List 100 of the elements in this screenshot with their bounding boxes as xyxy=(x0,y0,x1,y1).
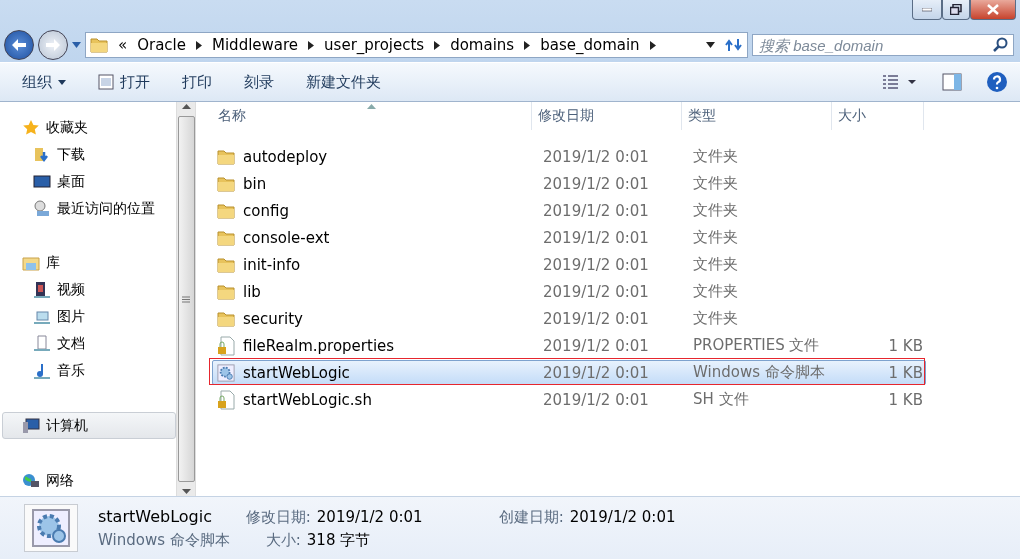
recent-places-icon xyxy=(33,199,51,218)
table-cell-text: 1 KB xyxy=(887,390,924,409)
sidebar-item[interactable]: 计算机 xyxy=(2,412,176,439)
toolbar-button[interactable]: 刻录 xyxy=(236,68,282,96)
help-icon[interactable] xyxy=(986,71,1008,93)
file-row[interactable]: init-info 2019/1/2 0:01 文件夹 xyxy=(212,252,926,277)
sidebar-item[interactable]: 音乐 xyxy=(0,358,176,383)
sidebar-item[interactable]: 收藏夹 xyxy=(0,115,176,140)
file-row[interactable]: startWebLogic.sh 2019/1/2 0:01 SH 文件 1 KB xyxy=(212,387,926,412)
minimize-icon xyxy=(922,7,932,12)
file-row[interactable]: bin 2019/1/2 0:01 文件夹 xyxy=(212,171,926,196)
file-name: startWebLogic xyxy=(243,363,350,382)
minimize-button[interactable] xyxy=(912,0,942,20)
dropdown-caret-icon[interactable] xyxy=(706,42,715,48)
field-value: 2019/1/2 0:01 xyxy=(316,507,423,527)
file-name: config xyxy=(243,201,289,220)
file-name: autodeploy xyxy=(243,147,328,166)
toolbar-button[interactable]: 新建文件夹 xyxy=(298,68,389,96)
folder-icon xyxy=(217,283,235,300)
music-library-icon xyxy=(33,361,51,380)
table-cell-text: SH 文件 xyxy=(692,390,750,409)
folder-icon xyxy=(217,148,235,165)
sidebar-item[interactable]: 视频 xyxy=(0,277,176,302)
forward-button[interactable] xyxy=(38,30,68,60)
desktop-icon xyxy=(33,172,51,191)
sidebar-item[interactable]: 最近访问的位置 xyxy=(0,196,176,221)
folder-icon xyxy=(217,310,235,327)
file-row[interactable]: security 2019/1/2 0:01 文件夹 xyxy=(212,306,926,331)
search-icon[interactable] xyxy=(992,37,1008,53)
gear-file-icon xyxy=(217,363,235,382)
file-name: console-ext xyxy=(243,228,330,247)
toolbar-button[interactable]: 打开 xyxy=(90,68,158,96)
chevron-right-icon[interactable] xyxy=(434,40,441,50)
breadcrumb-overflow[interactable]: « xyxy=(118,36,128,54)
address-bar[interactable]: « Oracle Middleware user_projects domains base_domain xyxy=(85,32,748,58)
table-cell-text: 2019/1/2 0:01 xyxy=(542,282,650,301)
sidebar-item[interactable]: 文档 xyxy=(0,331,176,356)
file-row[interactable]: startWebLogic 2019/1/2 0:01 Windows 命令脚本 1 KB xyxy=(212,360,926,385)
history-dropdown-icon[interactable] xyxy=(72,42,81,48)
file-row[interactable]: console-ext 2019/1/2 0:01 文件夹 xyxy=(212,225,926,250)
file-row[interactable]: fileRealm.properties 2019/1/2 0:01 PROPERTIES 文件 1 KB xyxy=(212,333,926,358)
folder-icon xyxy=(217,202,235,219)
column-header[interactable]: 名称 xyxy=(212,102,532,130)
file-row[interactable]: autodeploy 2019/1/2 0:01 文件夹 xyxy=(212,144,926,169)
table-cell-text: 文件夹 xyxy=(692,255,739,274)
table-cell-text: 2019/1/2 0:01 xyxy=(542,363,650,382)
table-cell-text: 2019/1/2 0:01 xyxy=(542,147,650,166)
back-button[interactable] xyxy=(4,30,34,60)
sidebar-item[interactable]: 下载 xyxy=(0,142,176,167)
table-cell-text: 2019/1/2 0:01 xyxy=(542,309,650,328)
breadcrumb-item[interactable]: Middleware xyxy=(212,36,299,54)
field-label: 修改日期: xyxy=(245,507,311,527)
search-field[interactable]: 搜索 base_domain xyxy=(752,34,1014,56)
toolbar-button[interactable]: 打印 xyxy=(174,68,220,96)
field-label: 大小: xyxy=(265,530,301,550)
file-row[interactable]: config 2019/1/2 0:01 文件夹 xyxy=(212,198,926,223)
chevron-right-icon[interactable] xyxy=(524,40,531,50)
refresh-icon[interactable] xyxy=(725,37,743,53)
table-cell-text: 文件夹 xyxy=(692,309,739,328)
restore-button[interactable] xyxy=(942,0,970,20)
sidebar-item[interactable]: 图片 xyxy=(0,304,176,329)
restore-icon xyxy=(950,4,962,15)
table-cell-text: 2019/1/2 0:01 xyxy=(542,336,650,355)
sidebar-item[interactable]: 桌面 xyxy=(0,169,176,194)
chevron-right-icon[interactable] xyxy=(308,40,315,50)
file-name: security xyxy=(243,309,303,328)
grip-icon xyxy=(182,295,190,303)
column-header[interactable]: 类型 xyxy=(682,102,832,130)
breadcrumb-item[interactable]: domains xyxy=(450,36,515,54)
field-value: 2019/1/2 0:01 xyxy=(569,507,676,527)
chevron-right-icon[interactable] xyxy=(196,40,202,50)
field-value: 318 字节 xyxy=(306,530,371,550)
sidebar-item[interactable]: 库 xyxy=(0,250,176,275)
close-button[interactable] xyxy=(970,0,1016,20)
download-folder-icon xyxy=(33,145,51,164)
gears-icon xyxy=(31,508,71,548)
file-row[interactable]: lib 2019/1/2 0:01 文件夹 xyxy=(212,279,926,304)
table-cell-text: 1 KB xyxy=(887,363,924,382)
column-header[interactable]: 大小 xyxy=(832,102,924,130)
file-name: fileRealm.properties xyxy=(243,336,395,355)
folder-icon xyxy=(217,256,235,273)
organize-menu-button[interactable]: 组织 xyxy=(14,68,74,96)
view-options-icon[interactable] xyxy=(882,74,918,90)
folder-icon xyxy=(217,175,235,192)
sort-ascending-icon xyxy=(367,104,376,109)
column-header[interactable]: 修改日期 xyxy=(532,102,682,130)
caret-icon xyxy=(58,79,66,85)
back-arrow-icon xyxy=(11,38,27,52)
table-cell-text: 2019/1/2 0:01 xyxy=(542,255,650,274)
breadcrumb-item[interactable]: base_domain xyxy=(540,36,640,54)
file-name: bin xyxy=(243,174,267,193)
breadcrumb-item[interactable]: Oracle xyxy=(137,36,186,54)
preview-pane-icon[interactable] xyxy=(942,73,962,91)
table-cell-text: 2019/1/2 0:01 xyxy=(542,201,650,220)
table-cell-text: 2019/1/2 0:01 xyxy=(542,390,650,409)
table-cell-text: Windows 命令脚本 xyxy=(692,363,826,382)
table-cell-text: 2019/1/2 0:01 xyxy=(542,174,650,193)
breadcrumb-item[interactable]: user_projects xyxy=(324,36,425,54)
chevron-right-icon[interactable] xyxy=(649,40,656,50)
sidebar-item[interactable]: 网络 xyxy=(0,468,176,493)
